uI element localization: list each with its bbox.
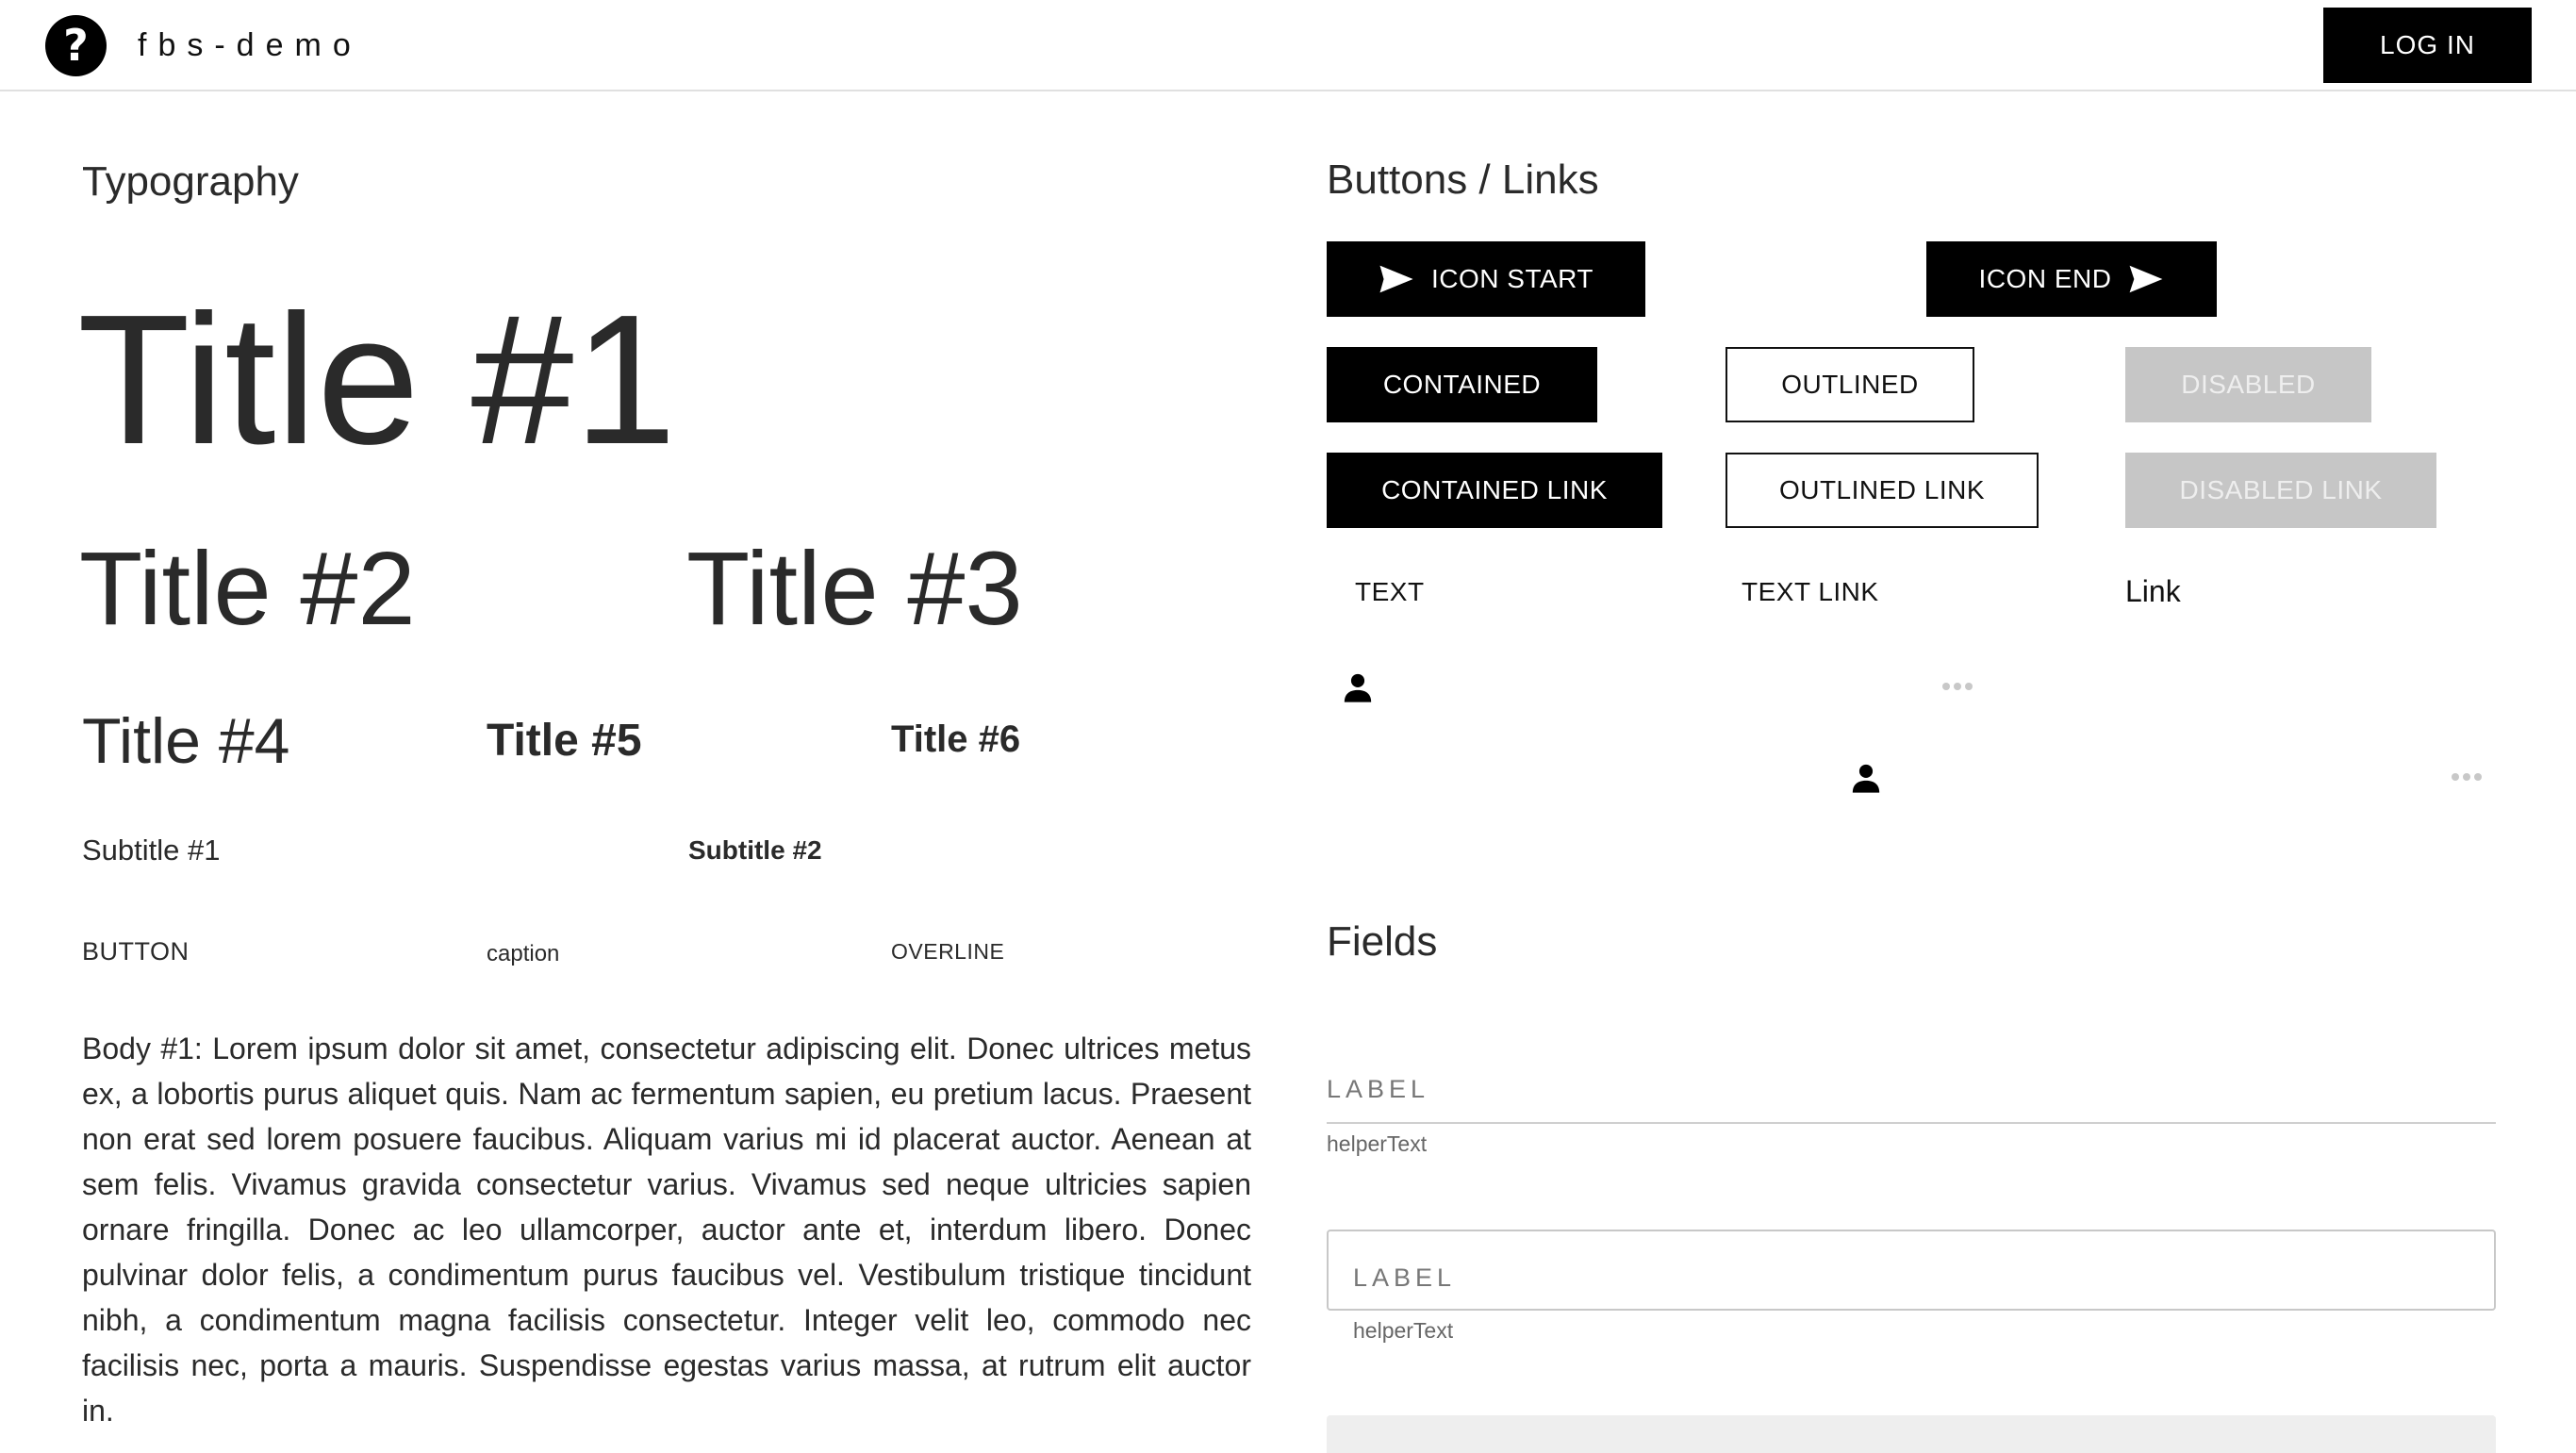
outlined-field-label: LABEL [1353,1263,1457,1292]
app-bar: ? fbs-demo LOG IN [0,0,2576,91]
title-2: Title #2 [79,531,416,647]
buttons-heading: Buttons / Links [1327,157,1599,203]
fields-heading: Fields [1327,918,1438,965]
more-horizontal-icon-button-secondary[interactable] [2450,771,2484,783]
filled-field[interactable] [1327,1415,2496,1453]
typography-heading: Typography [82,158,299,205]
outlined-field[interactable] [1327,1230,2496,1311]
send-icon [1379,265,1413,293]
icon-start-label: ICON START [1431,264,1593,293]
icon-end-label: ICON END [1978,264,2112,293]
title-5: Title #5 [487,716,642,766]
disabled-link: DISABLED LINK [2125,453,2436,528]
more-horizontal-icon-button[interactable] [1940,681,1974,692]
disabled-button: DISABLED [2125,347,2371,422]
login-button[interactable]: LOG IN [2323,8,2532,83]
person-icon-button-secondary[interactable] [1850,762,1882,794]
title-6: Title #6 [891,718,1021,760]
outlined-field-helper: helperText [1353,1318,1454,1343]
contained-link[interactable]: CONTAINED LINK [1327,453,1662,528]
body-1-paragraph: Body #1: Lorem ipsum dolor sit amet, con… [82,1032,1251,1428]
standard-field-label[interactable]: LABEL [1327,1075,1429,1104]
caption-sample: caption [487,941,560,966]
standard-field-underline[interactable] [1327,1122,2496,1124]
outlined-link[interactable]: OUTLINED LINK [1726,453,2039,528]
app-title: fbs-demo [138,27,362,63]
icon-end-button[interactable]: ICON END [1926,241,2217,317]
title-3: Title #3 [686,531,1023,647]
subtitle-1: Subtitle #1 [82,834,221,867]
text-link[interactable]: TEXT LINK [1742,577,1879,607]
link[interactable]: Link [2125,574,2181,609]
overline-sample: OVERLINE [891,939,1005,964]
button-text-sample: BUTTON [82,937,190,966]
outlined-button[interactable]: OUTLINED [1726,347,1974,422]
title-1: Title #1 [77,276,677,483]
send-icon [2130,265,2163,293]
subtitle-2: Subtitle #2 [688,835,822,865]
person-icon-button[interactable] [1342,671,1374,703]
standard-field-helper: helperText [1327,1131,1428,1156]
title-4: Title #4 [82,705,290,777]
contained-button[interactable]: CONTAINED [1327,347,1597,422]
icon-start-button[interactable]: ICON START [1327,241,1645,317]
help-logo-icon[interactable]: ? [45,15,107,76]
text-button[interactable]: TEXT [1355,577,1425,607]
